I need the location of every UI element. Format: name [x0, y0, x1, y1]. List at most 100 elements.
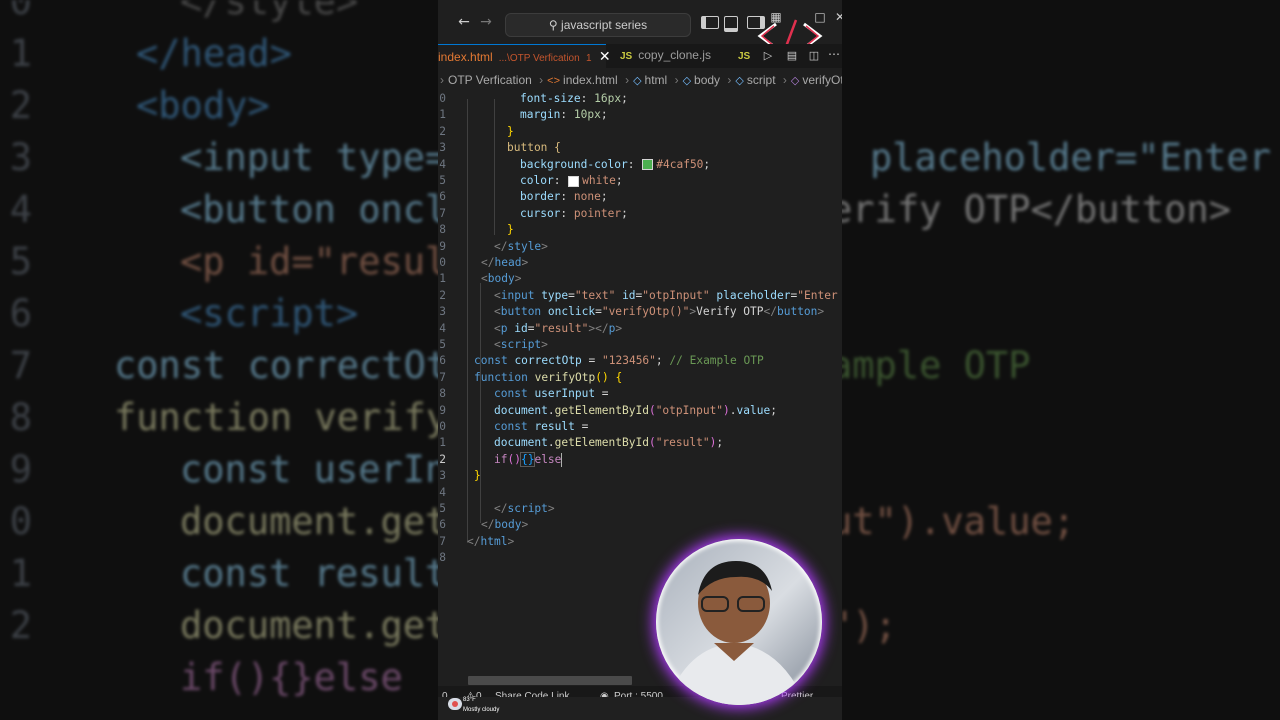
bg-line-number: 2 — [9, 604, 32, 647]
breadcrumb-body[interactable]: body — [694, 73, 720, 87]
problem-count-badge: 1 — [586, 53, 592, 64]
windows-taskbar: 83°F Mostly cloudy — [438, 697, 842, 720]
code-line: } — [474, 469, 481, 483]
title-bar: ← → ⚲ javascript series ▦ □ ✕ — [438, 0, 842, 53]
breadcrumb-file[interactable]: index.html — [563, 73, 618, 87]
code-line: function verifyOtp() { — [474, 370, 623, 384]
code-line: document.getElementById("otpInput").valu… — [494, 403, 777, 417]
line-number: 6 — [439, 354, 446, 368]
bg-code-line: <input type= — [180, 136, 448, 179]
line-number: 3 — [439, 469, 446, 483]
code-line: } — [507, 124, 514, 138]
breadcrumb-function[interactable]: verifyOtp — [802, 73, 842, 87]
line-number: 8 — [439, 551, 446, 565]
code-line: const result = — [494, 420, 589, 433]
line-number: 8 — [439, 387, 446, 401]
line-number: 0 — [439, 256, 446, 269]
line-number: 6 — [439, 190, 446, 204]
weather-alert-icon — [452, 701, 458, 707]
forward-arrow-icon[interactable]: → — [478, 14, 494, 30]
horizontal-scrollbar[interactable] — [468, 676, 632, 685]
indent-guide — [494, 99, 495, 235]
code-line: button { — [507, 141, 561, 155]
bg-code-line: <script> — [180, 292, 359, 335]
chevron-right-icon: › — [440, 73, 444, 87]
code-line: const userInput = — [494, 387, 609, 401]
toggle-panel-icon[interactable] — [724, 16, 738, 32]
html-file-icon: <> — [547, 75, 561, 87]
indent-guide — [467, 99, 468, 543]
bg-code-line: <body> — [136, 84, 270, 127]
line-number: 1 — [439, 436, 446, 450]
tab-index-html[interactable]: index.html ...\OTP Verfication 1 ✕ — [438, 44, 611, 69]
more-actions-icon[interactable]: ⋯ — [826, 46, 842, 62]
bg-line-number: 7 — [9, 344, 32, 387]
tab-label: index.html — [438, 50, 493, 64]
tab-copy-clone-js[interactable]: JS copy_clone.js — [620, 44, 730, 68]
code-line: document.getElementById("result"); — [494, 436, 724, 450]
code-line: <p id="result"></p> — [494, 321, 623, 335]
bg-code-line: </style> — [180, 0, 359, 23]
close-tab-icon[interactable]: ✕ — [599, 48, 611, 64]
line-number: 9 — [439, 239, 446, 253]
toggle-sidebar-icon[interactable] — [701, 16, 719, 29]
bg-line-number: 1 — [9, 32, 32, 75]
code-line: background-color: #4caf50; — [520, 157, 711, 171]
line-number: 0 — [439, 92, 446, 105]
tab-label: copy_clone.js — [638, 48, 711, 62]
js-file-icon: JS — [620, 51, 633, 62]
bg-code-line: placeholder="Enter C — [870, 136, 1280, 179]
line-number: 7 — [439, 534, 446, 548]
run-icon[interactable]: ▷ — [760, 48, 776, 64]
split-editor-icon[interactable]: ◫ — [806, 48, 822, 64]
back-arrow-icon[interactable]: ← — [456, 14, 472, 30]
search-icon: ⚲ — [548, 18, 558, 32]
code-line: </body> — [481, 518, 529, 532]
line-number: 5 — [439, 502, 446, 515]
bg-code-line: const userInp — [180, 448, 470, 491]
breadcrumb: › OTP Verfication › <> index.html › ◇ html › ◇… — [438, 70, 842, 90]
chevron-right-icon: › — [674, 73, 679, 87]
chevron-right-icon: › — [625, 73, 630, 87]
code-line: cursor: pointer; — [520, 206, 628, 220]
code-line: </style> — [494, 239, 548, 253]
line-number: 6 — [439, 518, 446, 532]
breadcrumb-folder[interactable]: OTP Verfication — [448, 73, 532, 87]
code-line: color: white; — [520, 174, 623, 187]
line-number: 1 — [439, 272, 446, 286]
color-swatch-icon[interactable] — [642, 159, 654, 171]
bg-line-number: 9 — [9, 448, 32, 491]
bg-code-line: ut").value; — [830, 500, 1076, 543]
line-number: 0 — [439, 420, 446, 433]
line-number: 1 — [439, 108, 446, 122]
line-number: 3 — [439, 305, 446, 319]
close-window-icon[interactable]: ✕ — [832, 9, 842, 25]
code-line: <script> — [494, 338, 548, 351]
diff-icon[interactable]: ▤ — [784, 48, 800, 64]
bg-code-line: erify OTP</button> — [830, 188, 1231, 231]
bg-code-line: const result — [180, 552, 448, 595]
bg-line-number: 1 — [9, 552, 32, 595]
bg-code-line: if(){}else — [180, 656, 403, 699]
line-number: 2 — [439, 452, 446, 466]
bg-line-number: 6 — [9, 292, 32, 335]
line-number: 9 — [439, 403, 446, 417]
weather-temperature: 83°F — [463, 697, 476, 703]
code-line: </html> — [467, 534, 515, 548]
bg-line-number: 3 — [9, 136, 32, 179]
bg-code-line: <p id="resul — [180, 240, 448, 283]
command-search-box[interactable]: ⚲ javascript series — [505, 13, 691, 37]
bg-code-line: const correctOt — [114, 344, 449, 387]
breadcrumb-script[interactable]: script — [747, 73, 776, 87]
element-icon: ◇ — [682, 75, 692, 87]
code-line: <body> — [481, 272, 522, 286]
tab-js-file[interactable]: JS — [738, 44, 758, 68]
line-number: 7 — [439, 370, 446, 384]
bg-line-number: 4 — [9, 188, 32, 231]
chevron-right-icon: › — [727, 73, 732, 87]
color-swatch-icon[interactable] — [568, 175, 580, 187]
breadcrumb-html[interactable]: html — [645, 73, 668, 87]
code-line: border: none; — [520, 190, 608, 204]
bg-code-line: function verifyO — [114, 396, 471, 439]
bg-line-number: 0 — [9, 0, 32, 23]
